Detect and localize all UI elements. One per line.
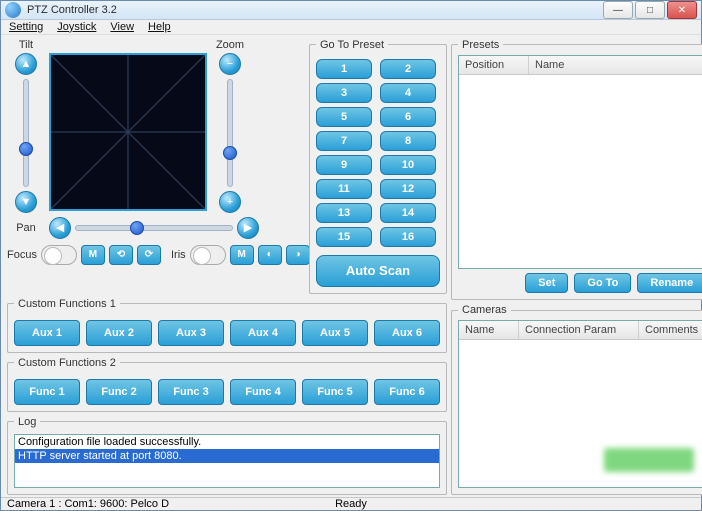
aux-4-button[interactable]: Aux 4 bbox=[230, 320, 296, 346]
preset-button-8[interactable]: 8 bbox=[380, 131, 436, 151]
custom1-legend: Custom Functions 1 bbox=[14, 298, 120, 310]
preset-button-12[interactable]: 12 bbox=[380, 179, 436, 199]
aux-1-button[interactable]: Aux 1 bbox=[14, 320, 80, 346]
pan-label: Pan bbox=[7, 222, 45, 234]
cameras-col-name[interactable]: Name bbox=[459, 321, 519, 339]
preset-button-11[interactable]: 11 bbox=[316, 179, 372, 199]
tilt-down-button[interactable]: ▼ bbox=[15, 191, 37, 213]
close-button[interactable]: ✕ bbox=[667, 1, 697, 19]
iris-open-button[interactable]: ◐ bbox=[258, 245, 282, 265]
func-6-button[interactable]: Func 6 bbox=[374, 379, 440, 405]
pan-slider[interactable] bbox=[75, 225, 233, 231]
tilt-slider[interactable] bbox=[23, 79, 29, 187]
preset-goto-button[interactable]: Go To bbox=[574, 273, 631, 293]
zoom-out-button[interactable]: − bbox=[219, 53, 241, 75]
menu-view[interactable]: View bbox=[110, 21, 134, 33]
log-legend: Log bbox=[14, 416, 40, 428]
status-bar: Camera 1 : Com1: 9600: Pelco D Ready bbox=[1, 497, 701, 510]
menu-setting[interactable]: Setting bbox=[9, 21, 43, 33]
titlebar: PTZ Controller 3.2 — □ ✕ bbox=[1, 1, 701, 20]
custom-functions-1-group: Custom Functions 1 Aux 1Aux 2Aux 3Aux 4A… bbox=[7, 298, 447, 353]
presets-legend: Presets bbox=[458, 39, 503, 51]
iris-manual-button[interactable]: M bbox=[230, 245, 254, 265]
pan-right-button[interactable]: ▶ bbox=[237, 217, 259, 239]
aux-3-button[interactable]: Aux 3 bbox=[158, 320, 224, 346]
func-2-button[interactable]: Func 2 bbox=[86, 379, 152, 405]
log-line[interactable]: Configuration file loaded successfully. bbox=[15, 435, 439, 449]
cameras-col-conn[interactable]: Connection Param bbox=[519, 321, 639, 339]
custom2-legend: Custom Functions 2 bbox=[14, 357, 120, 369]
focus-far-button[interactable]: ⟳ bbox=[137, 245, 161, 265]
status-camera: Camera 1 : Com1: 9600: Pelco D bbox=[7, 498, 236, 510]
tilt-label: Tilt bbox=[19, 39, 33, 51]
autoscan-button[interactable]: Auto Scan bbox=[316, 255, 440, 287]
menu-joystick[interactable]: Joystick bbox=[57, 21, 96, 33]
app-window: PTZ Controller 3.2 — □ ✕ Setting Joystic… bbox=[0, 0, 702, 511]
preset-button-9[interactable]: 9 bbox=[316, 155, 372, 175]
menu-help[interactable]: Help bbox=[148, 21, 171, 33]
preset-button-7[interactable]: 7 bbox=[316, 131, 372, 151]
minimize-button[interactable]: — bbox=[603, 1, 633, 19]
preset-button-6[interactable]: 6 bbox=[380, 107, 436, 127]
pan-left-button[interactable]: ◀ bbox=[49, 217, 71, 239]
preset-button-5[interactable]: 5 bbox=[316, 107, 372, 127]
custom-functions-2-group: Custom Functions 2 Func 1Func 2Func 3Fun… bbox=[7, 357, 447, 412]
aux-6-button[interactable]: Aux 6 bbox=[374, 320, 440, 346]
presets-table[interactable]: Position Name bbox=[458, 55, 702, 270]
preset-button-10[interactable]: 10 bbox=[380, 155, 436, 175]
zoom-slider[interactable] bbox=[227, 79, 233, 187]
log-textarea[interactable]: Configuration file loaded successfully.H… bbox=[14, 434, 440, 488]
log-line[interactable]: HTTP server started at port 8080. bbox=[15, 449, 439, 463]
zoom-label: Zoom bbox=[216, 39, 244, 51]
cameras-legend: Cameras bbox=[458, 304, 511, 316]
goto-preset-group: Go To Preset 12345678910111213141516 Aut… bbox=[309, 39, 447, 294]
app-icon bbox=[5, 2, 21, 18]
window-title: PTZ Controller 3.2 bbox=[27, 4, 603, 16]
iris-close-button[interactable]: ◑ bbox=[286, 245, 310, 265]
presets-col-position[interactable]: Position bbox=[459, 56, 529, 74]
zoom-in-button[interactable]: + bbox=[219, 191, 241, 213]
func-5-button[interactable]: Func 5 bbox=[302, 379, 368, 405]
obscured-region bbox=[604, 448, 694, 472]
preset-button-3[interactable]: 3 bbox=[316, 83, 372, 103]
ptz-joypad[interactable] bbox=[49, 53, 207, 211]
iris-label: Iris bbox=[171, 249, 186, 261]
func-3-button[interactable]: Func 3 bbox=[158, 379, 224, 405]
ptz-control-group: Tilt ▲ ▼ bbox=[7, 39, 310, 265]
func-1-button[interactable]: Func 1 bbox=[14, 379, 80, 405]
aux-2-button[interactable]: Aux 2 bbox=[86, 320, 152, 346]
focus-auto-toggle[interactable] bbox=[41, 245, 77, 265]
focus-manual-button[interactable]: M bbox=[81, 245, 105, 265]
preset-button-15[interactable]: 15 bbox=[316, 227, 372, 247]
status-ready: Ready bbox=[236, 498, 465, 510]
focus-label: Focus bbox=[7, 249, 37, 261]
preset-rename-button[interactable]: Rename bbox=[637, 273, 702, 293]
focus-near-button[interactable]: ⟲ bbox=[109, 245, 133, 265]
cameras-group: Cameras Name Connection Param Comments bbox=[451, 304, 702, 494]
aux-5-button[interactable]: Aux 5 bbox=[302, 320, 368, 346]
preset-button-16[interactable]: 16 bbox=[380, 227, 436, 247]
preset-button-1[interactable]: 1 bbox=[316, 59, 372, 79]
func-4-button[interactable]: Func 4 bbox=[230, 379, 296, 405]
menubar: Setting Joystick View Help bbox=[1, 20, 701, 35]
preset-button-4[interactable]: 4 bbox=[380, 83, 436, 103]
maximize-button[interactable]: □ bbox=[635, 1, 665, 19]
log-group: Log Configuration file loaded successful… bbox=[7, 416, 447, 495]
presets-col-name[interactable]: Name bbox=[529, 56, 702, 74]
preset-button-14[interactable]: 14 bbox=[380, 203, 436, 223]
cameras-col-comments[interactable]: Comments bbox=[639, 321, 702, 339]
preset-button-2[interactable]: 2 bbox=[380, 59, 436, 79]
iris-auto-toggle[interactable] bbox=[190, 245, 226, 265]
presets-group: Presets Position Name Set Go To Rename bbox=[451, 39, 702, 301]
goto-preset-legend: Go To Preset bbox=[316, 39, 388, 51]
tilt-up-button[interactable]: ▲ bbox=[15, 53, 37, 75]
preset-button-13[interactable]: 13 bbox=[316, 203, 372, 223]
preset-set-button[interactable]: Set bbox=[525, 273, 568, 293]
